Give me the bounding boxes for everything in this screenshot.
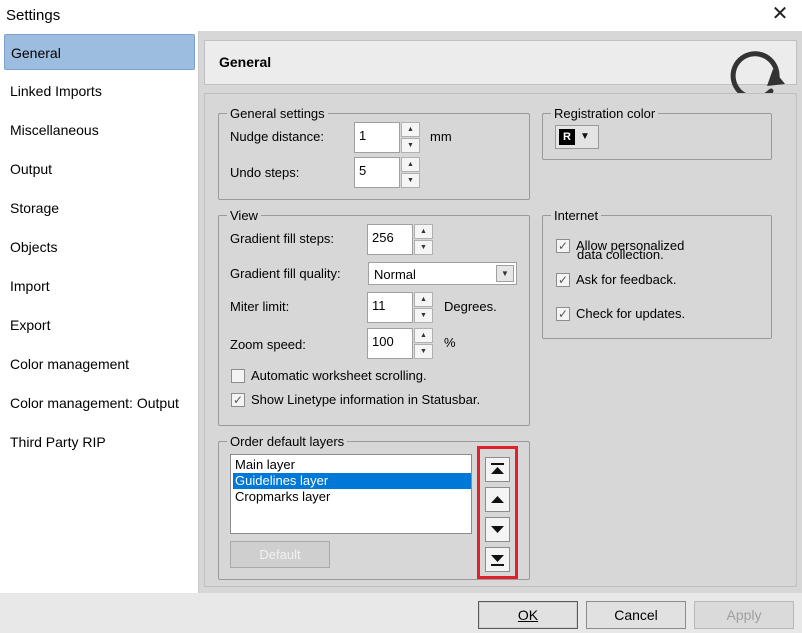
close-icon[interactable]: ✕ [768,4,792,26]
undo-steps-input[interactable]: 5 [354,157,400,188]
gradient-quality-label: Gradient fill quality: [230,266,341,281]
sidebar-item-output[interactable]: Output [4,151,195,187]
chevron-down-icon: ▼ [580,131,590,142]
sidebar-item-third-party-rip[interactable]: Third Party RIP [4,424,195,460]
personalized-label-line2: data collection. [577,247,664,262]
move-down-button[interactable] [485,517,510,542]
nudge-distance-stepper: 1 ▲ ▼ [354,122,421,153]
undo-steps-label: Undo steps: [230,165,300,180]
general-settings-legend: General settings [230,106,325,121]
sidebar-item-general[interactable]: General [4,34,195,70]
sidebar-item-linked-imports[interactable]: Linked Imports [4,73,195,109]
zoom-down-icon[interactable]: ▼ [414,344,433,359]
check-icon: ✓ [556,307,570,321]
gradient-steps-stepper: 256 ▲ ▼ [367,224,434,255]
feedback-label: Ask for feedback. [576,272,677,287]
move-to-bottom-icon [491,555,504,566]
gradient-quality-value: Normal [374,267,416,282]
check-icon: ✓ [231,393,245,407]
check-icon: ✓ [556,239,570,253]
layers-listbox[interactable]: Main layer Guidelines layer Cropmarks la… [230,454,472,534]
miter-limit-stepper: 11 ▲ ▼ [367,292,434,323]
checkbox-box [231,369,245,383]
header-panel: General [204,40,797,101]
sidebar-item-color-management-output[interactable]: Color management: Output [4,385,195,421]
sidebar: General Linked Imports Miscellaneous Out… [0,31,199,593]
move-down-icon [491,526,504,533]
miter-limit-input[interactable]: 11 [367,292,413,323]
default-button[interactable]: Default [230,541,330,568]
gradient-steps-down-icon[interactable]: ▼ [414,240,433,255]
nudge-unit: mm [430,129,452,144]
sidebar-item-miscellaneous[interactable]: Miscellaneous [4,112,195,148]
list-item[interactable]: Cropmarks layer [233,489,471,505]
nudge-distance-input[interactable]: 1 [354,122,400,153]
gradient-steps-up-icon[interactable]: ▲ [414,224,433,239]
chevron-down-icon: ▼ [496,265,514,282]
title-bar: Settings ✕ [0,0,802,31]
registration-color-dropdown[interactable]: R ▼ [555,125,599,149]
view-legend: View [230,208,258,223]
undo-up-icon[interactable]: ▲ [401,157,420,172]
zoom-speed-input[interactable]: 100 [367,328,413,359]
refresh-icon[interactable] [727,42,791,101]
nudge-up-icon[interactable]: ▲ [401,122,420,137]
apply-button[interactable]: Apply [694,601,794,629]
cancel-button[interactable]: Cancel [586,601,686,629]
linetype-label: Show Linetype information in Statusbar. [251,392,481,407]
page-title: General [219,54,272,70]
auto-scroll-label: Automatic worksheet scrolling. [251,368,427,383]
registration-badge: R [559,129,575,145]
move-up-icon [491,496,504,503]
list-item[interactable]: Main layer [233,457,471,473]
zoom-up-icon[interactable]: ▲ [414,328,433,343]
internet-legend: Internet [554,208,599,223]
undo-down-icon[interactable]: ▼ [401,173,420,188]
sidebar-item-objects[interactable]: Objects [4,229,195,265]
layer-order-controls [477,446,518,579]
zoom-speed-stepper: 100 ▲ ▼ [367,328,434,359]
list-item[interactable]: Guidelines layer [233,473,471,489]
gradient-steps-input[interactable]: 256 [367,224,413,255]
zoom-unit: % [444,335,456,350]
sidebar-item-export[interactable]: Export [4,307,195,343]
updates-label: Check for updates. [576,306,686,321]
nudge-distance-label: Nudge distance: [230,129,324,144]
move-up-button[interactable] [485,487,510,512]
sidebar-item-storage[interactable]: Storage [4,190,195,226]
undo-steps-stepper: 5 ▲ ▼ [354,157,421,188]
order-layers-legend: Order default layers [230,434,345,449]
gradient-quality-select[interactable]: Normal ▼ [368,262,517,285]
sidebar-item-import[interactable]: Import [4,268,195,304]
move-to-top-icon [491,463,504,474]
miter-up-icon[interactable]: ▲ [414,292,433,307]
gradient-steps-label: Gradient fill steps: [230,231,335,246]
miter-down-icon[interactable]: ▼ [414,308,433,323]
move-to-bottom-button[interactable] [485,547,510,572]
move-to-top-button[interactable] [485,457,510,482]
nudge-down-icon[interactable]: ▼ [401,138,420,153]
ok-button[interactable]: OK [478,601,578,629]
miter-limit-label: Miter limit: [230,299,290,314]
zoom-speed-label: Zoom speed: [230,337,306,352]
sidebar-item-color-management[interactable]: Color management [4,346,195,382]
registration-color-legend: Registration color [554,106,656,121]
check-icon: ✓ [556,273,570,287]
miter-unit: Degrees. [444,299,497,314]
window-title: Settings [6,7,61,24]
